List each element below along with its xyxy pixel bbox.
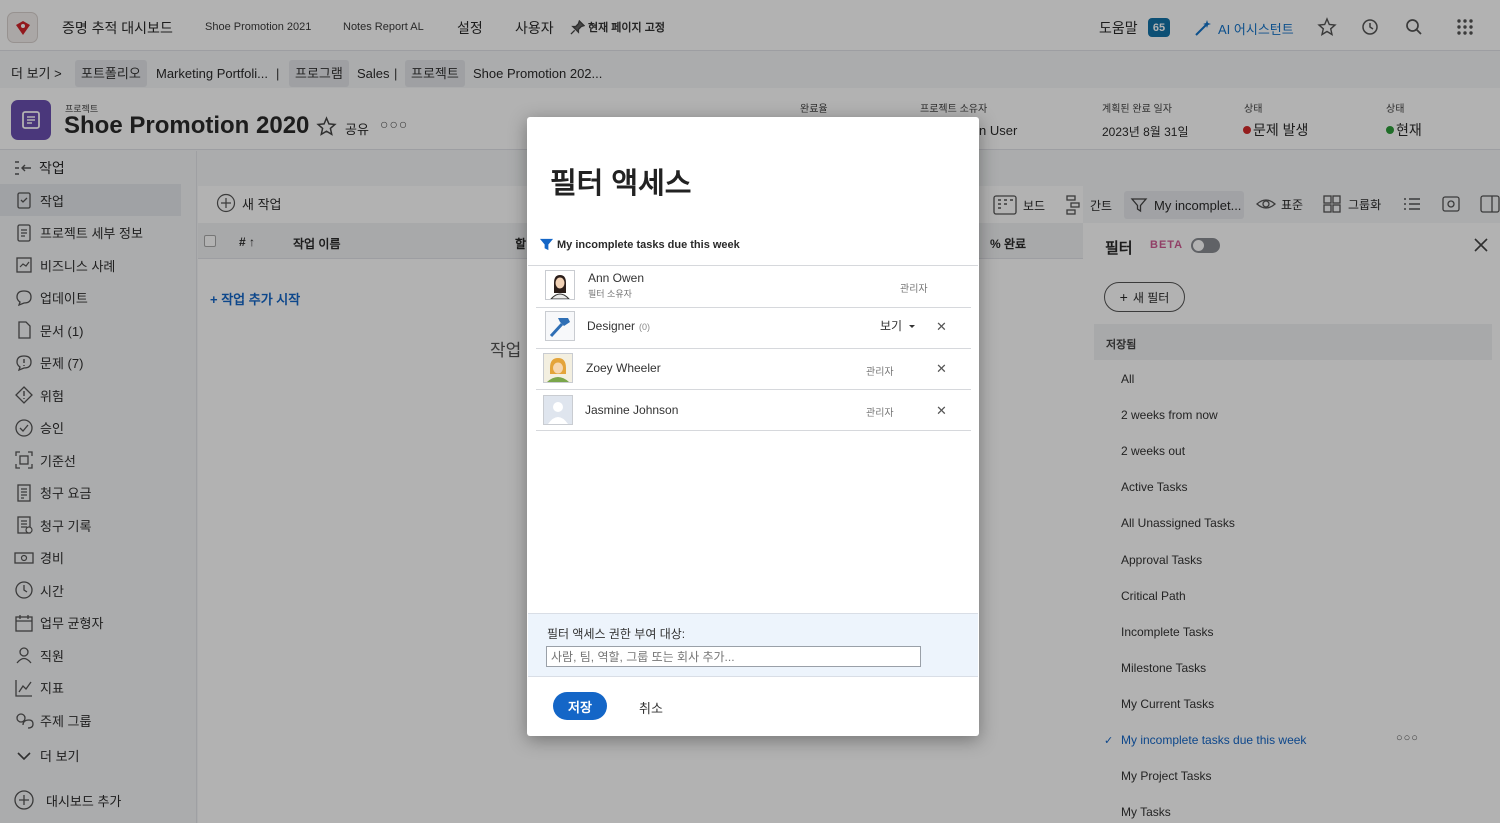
caret-down-icon bbox=[909, 324, 916, 328]
avatar-designer bbox=[545, 311, 575, 341]
grant-access-section bbox=[528, 613, 978, 677]
save-button[interactable]: 저장 bbox=[553, 692, 607, 720]
access-count: (0) bbox=[639, 322, 651, 332]
access-name: Zoey Wheeler bbox=[586, 361, 661, 375]
cancel-button[interactable]: 취소 bbox=[639, 698, 663, 717]
access-role: 관리자 bbox=[866, 367, 894, 378]
remove-access-icon[interactable]: ✕ bbox=[936, 319, 947, 335]
remove-access-icon[interactable]: ✕ bbox=[936, 403, 947, 419]
avatar-zoey-wheeler bbox=[543, 353, 573, 383]
avatar-ann-owen bbox=[545, 270, 575, 300]
dialog-filter-label: My incomplete tasks due this week bbox=[557, 238, 740, 251]
access-name-text: Designer bbox=[587, 319, 636, 333]
access-name: Ann Owen bbox=[588, 271, 645, 285]
access-name: Designer (0) bbox=[587, 319, 650, 333]
avatar-jasmine-johnson bbox=[543, 395, 573, 425]
access-role-value: 보기 bbox=[880, 319, 903, 333]
access-subtitle: 필터 소유자 bbox=[588, 289, 632, 299]
grant-access-input[interactable] bbox=[546, 646, 921, 667]
grant-access-label: 필터 액세스 권한 부여 대상: bbox=[547, 627, 686, 641]
access-role: 관리자 bbox=[866, 408, 894, 419]
filter-icon bbox=[539, 238, 554, 251]
dialog-title: 필터 액세스 bbox=[550, 168, 692, 200]
access-role: 관리자 bbox=[900, 284, 928, 295]
access-role-dropdown[interactable]: 보기 bbox=[880, 317, 917, 334]
remove-access-icon[interactable]: ✕ bbox=[936, 361, 947, 377]
access-name: Jasmine Johnson bbox=[585, 403, 679, 417]
dialog-filter-name: My incomplete tasks due this week bbox=[539, 237, 740, 252]
